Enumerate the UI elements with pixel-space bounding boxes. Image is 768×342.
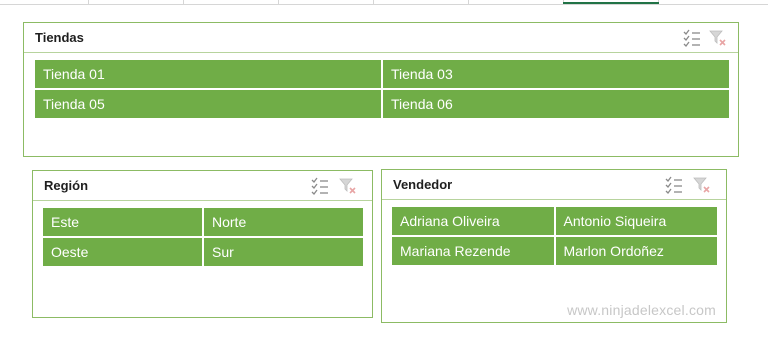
- column-divider: [373, 0, 374, 4]
- slicer-title: Región: [44, 178, 89, 193]
- column-divider: [183, 0, 184, 4]
- slicer-item[interactable]: Este: [43, 208, 202, 236]
- column-divider: [468, 0, 469, 4]
- column-divider: [88, 0, 89, 4]
- slicer-header: Región: [33, 171, 372, 201]
- clear-filter-icon[interactable]: [338, 176, 358, 196]
- multiselect-icon[interactable]: [310, 176, 330, 196]
- slicer-items: Adriana Oliveira Antonio Siqueira Marian…: [392, 207, 717, 265]
- slicer-item[interactable]: Tienda 06: [383, 90, 729, 118]
- slicer-header: Tiendas: [24, 23, 738, 53]
- slicer-tiendas[interactable]: Tiendas Tienda 01 Tienda 03 Tienda 05 Ti…: [23, 22, 739, 157]
- multiselect-icon[interactable]: [664, 175, 684, 195]
- slicer-title: Tiendas: [35, 30, 84, 45]
- slicer-item[interactable]: Antonio Siqueira: [555, 207, 717, 235]
- slicer-title: Vendedor: [393, 177, 453, 192]
- slicer-item[interactable]: Mariana Rezende: [392, 237, 554, 265]
- slicer-item[interactable]: Oeste: [43, 238, 202, 266]
- worksheet-column-strip: [0, 0, 768, 5]
- clear-filter-icon[interactable]: [708, 28, 728, 48]
- slicer-item[interactable]: Adriana Oliveira: [392, 207, 554, 235]
- slicer-item[interactable]: Marlon Ordoñez: [555, 237, 717, 265]
- slicer-item[interactable]: Sur: [204, 238, 363, 266]
- slicer-vendedor[interactable]: Vendedor Adriana Oliveira Antonio Siquei…: [381, 169, 727, 323]
- slicer-item[interactable]: Tienda 05: [35, 90, 381, 118]
- slicer-header: Vendedor: [382, 170, 726, 200]
- slicer-items: Tienda 01 Tienda 03 Tienda 05 Tienda 06: [35, 60, 729, 118]
- column-divider: [278, 0, 279, 4]
- selected-column-indicator: [563, 2, 659, 4]
- slicer-items: Este Norte Oeste Sur: [43, 208, 363, 266]
- slicer-region[interactable]: Región Este Norte Oeste Sur: [32, 170, 373, 318]
- slicer-item[interactable]: Tienda 03: [383, 60, 729, 88]
- slicer-item[interactable]: Norte: [204, 208, 363, 236]
- multiselect-icon[interactable]: [682, 28, 702, 48]
- clear-filter-icon[interactable]: [692, 175, 712, 195]
- watermark: www.ninjadelexcel.com: [567, 302, 716, 318]
- slicer-item[interactable]: Tienda 01: [35, 60, 381, 88]
